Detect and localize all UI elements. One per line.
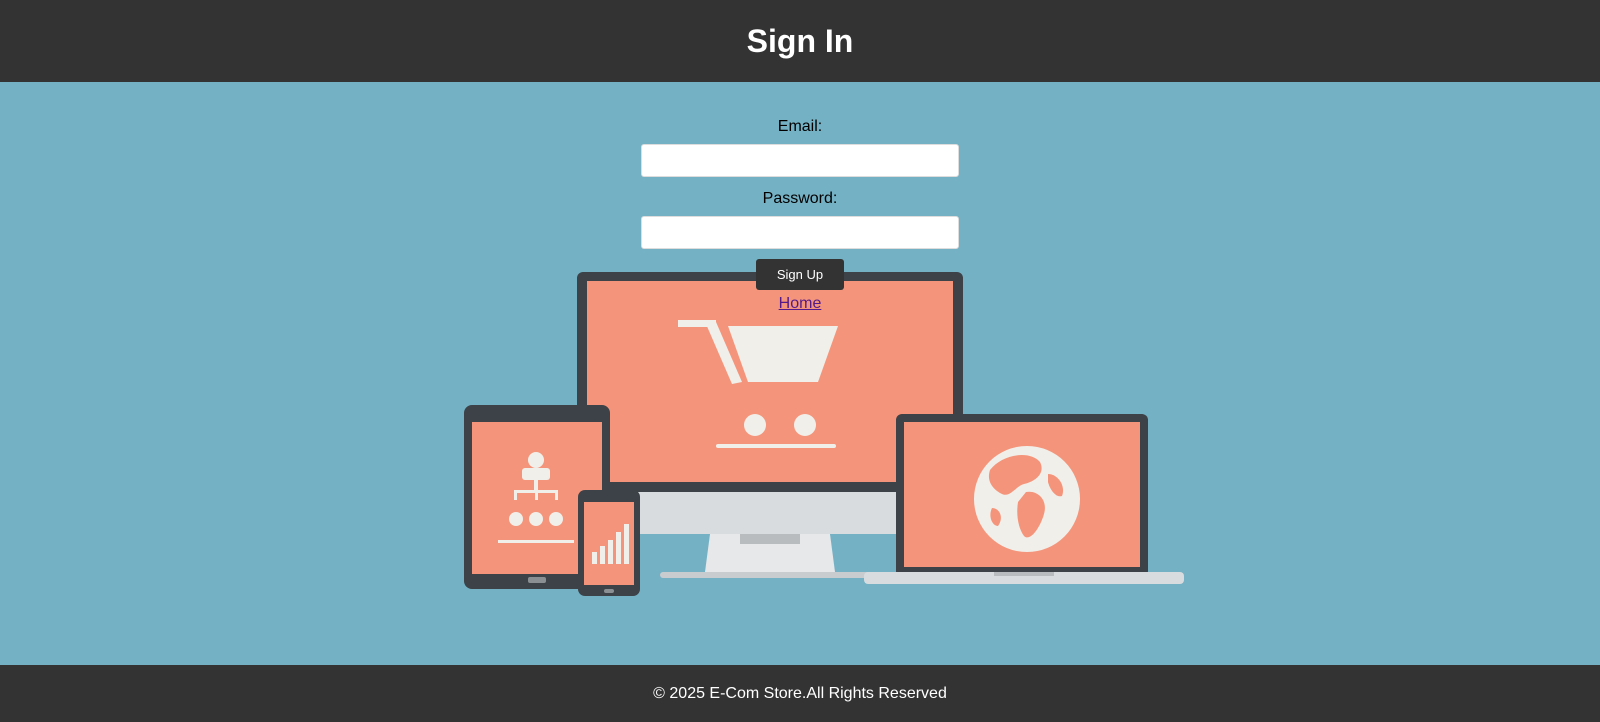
signup-button[interactable]: Sign Up	[756, 259, 844, 290]
password-field[interactable]	[641, 216, 959, 249]
signin-form: Email: Password: Sign Up Home	[0, 82, 1600, 313]
email-label: Email:	[777, 118, 823, 135]
copyright-text: © 2025 E-Com Store.All Rights Reserved	[653, 684, 947, 702]
page-footer: © 2025 E-Com Store.All Rights Reserved	[0, 665, 1600, 722]
globe-icon	[974, 446, 1080, 552]
page-header: Sign In	[0, 0, 1600, 82]
password-label: Password:	[762, 190, 838, 207]
page-title: Sign In	[746, 22, 854, 59]
home-link[interactable]: Home	[779, 295, 822, 313]
email-field[interactable]	[641, 144, 959, 177]
